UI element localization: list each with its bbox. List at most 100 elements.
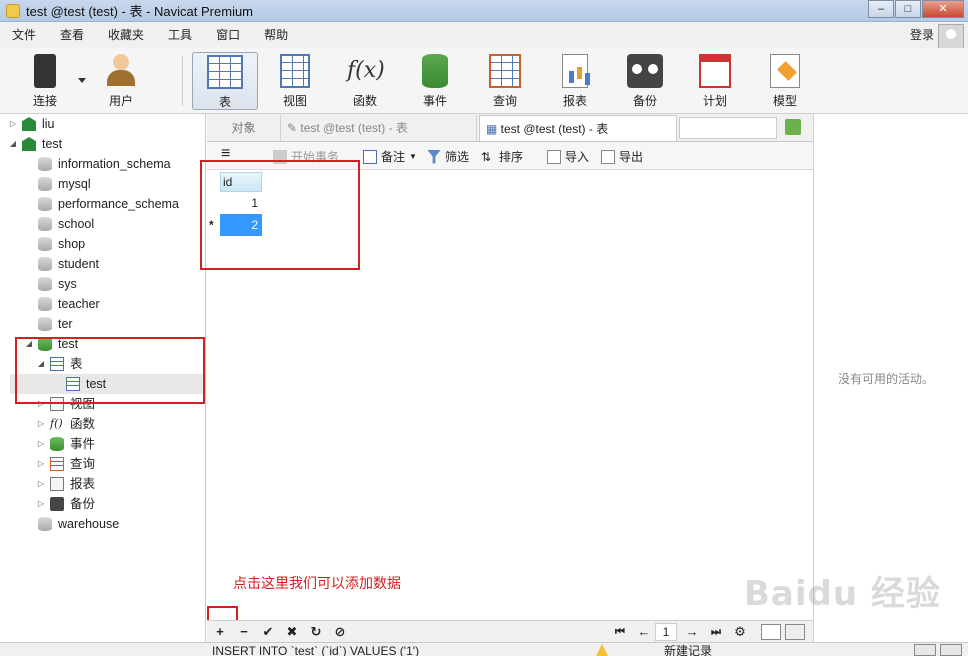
model-icon [770,54,800,88]
tree-label: sys [58,277,77,291]
tree-db-warehouse[interactable]: warehouse [38,514,119,534]
menu-view[interactable]: 查看 [48,22,96,48]
note-icon [363,149,377,164]
expand-arrow-icon[interactable]: ▷ [36,454,46,474]
prev-page-icon[interactable]: ← [635,623,653,641]
page-number[interactable]: 1 [655,623,677,641]
tree-db-student[interactable]: student [38,254,99,274]
filter-button[interactable]: 筛选 [427,148,469,165]
sort-button[interactable]: ⇅ 排序 [481,148,523,165]
form-view-icon[interactable] [785,624,805,640]
connect-dropdown-icon[interactable] [78,78,86,83]
connect-button[interactable]: 连接 [12,52,78,110]
refresh-icon[interactable]: ↻ [307,623,325,641]
expand-arrow-icon[interactable]: ▷ [36,414,46,434]
delete-record-icon[interactable]: − [235,623,253,641]
tree-label: warehouse [58,517,120,531]
connection-icon [22,137,36,151]
panel-toggle-icon[interactable] [914,644,936,656]
grid-view-icon[interactable] [761,624,781,640]
sort-icon: ⇅ [481,149,492,164]
calendar-icon [699,54,731,88]
database-icon [38,317,52,331]
tab-table-design[interactable]: ✎ test @test (test) - 表 [281,115,477,141]
first-page-icon[interactable]: ⏮ [611,623,629,641]
toolbar-divider [182,56,183,106]
tree-db-ter[interactable]: ter [38,314,73,334]
tree-functions-node[interactable]: ▷ f() 函数 [36,414,95,434]
tree-queries-node[interactable]: ▷ 查询 [36,454,95,474]
user-button[interactable]: 用户 [88,52,154,110]
collapse-arrow-icon[interactable]: ◢ [8,134,18,154]
apply-check-icon[interactable]: ✔ [259,623,277,641]
gear-icon[interactable]: ⚙ [731,623,749,641]
event-label: 事件 [422,94,447,108]
export-button[interactable]: 导出 [601,148,643,165]
database-icon [38,297,52,311]
panel-toggle-icon[interactable] [940,644,962,656]
note-button[interactable]: 备注 ▼ [363,148,417,165]
view-button[interactable]: 视图 [262,52,328,110]
tree-label: school [58,217,95,231]
minimize-button[interactable]: – [868,0,894,18]
expand-arrow-icon[interactable]: ▷ [36,434,46,454]
login-link[interactable]: 登录 [910,26,934,43]
status-mode-text: 新建记录 [664,644,713,656]
avatar[interactable] [938,24,964,50]
table-button[interactable]: 表 [192,52,258,110]
function-icon: f(x) [347,58,385,83]
expand-arrow-icon[interactable]: ▷ [36,494,46,514]
schedule-label: 计划 [702,94,727,108]
edit-table-icon: ✎ [287,121,301,135]
last-page-icon[interactable]: ⏭ [707,623,725,641]
menu-window[interactable]: 窗口 [204,22,252,48]
function-icon: f() [50,417,63,430]
table-icon: ▦ [486,122,501,136]
tree-db-performance-schema[interactable]: performance_schema [38,194,179,214]
tree-db-information-schema[interactable]: information_schema [38,154,171,174]
backup-button[interactable]: 备份 [612,52,678,110]
query-button[interactable]: 查询 [472,52,538,110]
tree-reports-node[interactable]: ▷ 报表 [36,474,95,494]
menu-favorites[interactable]: 收藏夹 [96,22,156,48]
tab-objects[interactable]: 对象 [207,115,281,141]
expand-arrow-icon[interactable]: ▷ [36,474,46,494]
tree-db-sys[interactable]: sys [38,274,77,294]
maximize-button[interactable]: □ [895,0,921,18]
function-button[interactable]: f(x) 函数 [332,52,398,110]
tab-bar: 对象 ✎ test @test (test) - 表 ▦ test @test … [207,114,813,142]
add-record-icon[interactable]: + [211,623,229,641]
discard-x-icon[interactable]: ✖ [283,623,301,641]
tab-table-data[interactable]: ▦ test @test (test) - 表 [479,115,677,141]
model-button[interactable]: 模型 [752,52,818,110]
menu-help[interactable]: 帮助 [252,22,300,48]
report-icon [50,477,64,491]
expand-arrow-icon[interactable]: ▷ [8,114,18,134]
tree-connection-test[interactable]: ◢ test [8,134,62,154]
new-tab-icon[interactable] [785,119,801,135]
tree-label: performance_schema [58,197,179,211]
button-label: 导出 [619,150,644,164]
menu-file[interactable]: 文件 [0,22,48,48]
menu-tools[interactable]: 工具 [156,22,204,48]
export-icon [601,149,615,164]
close-button[interactable]: ✕ [922,0,964,18]
tree-label: shop [58,237,86,251]
tree-db-mysql[interactable]: mysql [38,174,91,194]
report-label: 报表 [562,94,587,108]
tree-db-school[interactable]: school [38,214,94,234]
tree-backups-node[interactable]: ▷ 备份 [36,494,95,514]
button-label: 导入 [565,150,590,164]
event-button[interactable]: 事件 [402,52,468,110]
tab-label: test @test (test) - 表 [500,122,609,136]
import-button[interactable]: 导入 [547,148,589,165]
tree-db-teacher[interactable]: teacher [38,294,100,314]
next-page-icon[interactable]: → [683,623,701,641]
stop-icon[interactable]: ⊘ [331,623,349,641]
tree-connection-liu[interactable]: ▷ liu [8,114,55,134]
tree-events-node[interactable]: ▷ 事件 [36,434,95,454]
schedule-button[interactable]: 计划 [682,52,748,110]
tree-label: student [58,257,100,271]
report-button[interactable]: 报表 [542,52,608,110]
tree-db-shop[interactable]: shop [38,234,85,254]
